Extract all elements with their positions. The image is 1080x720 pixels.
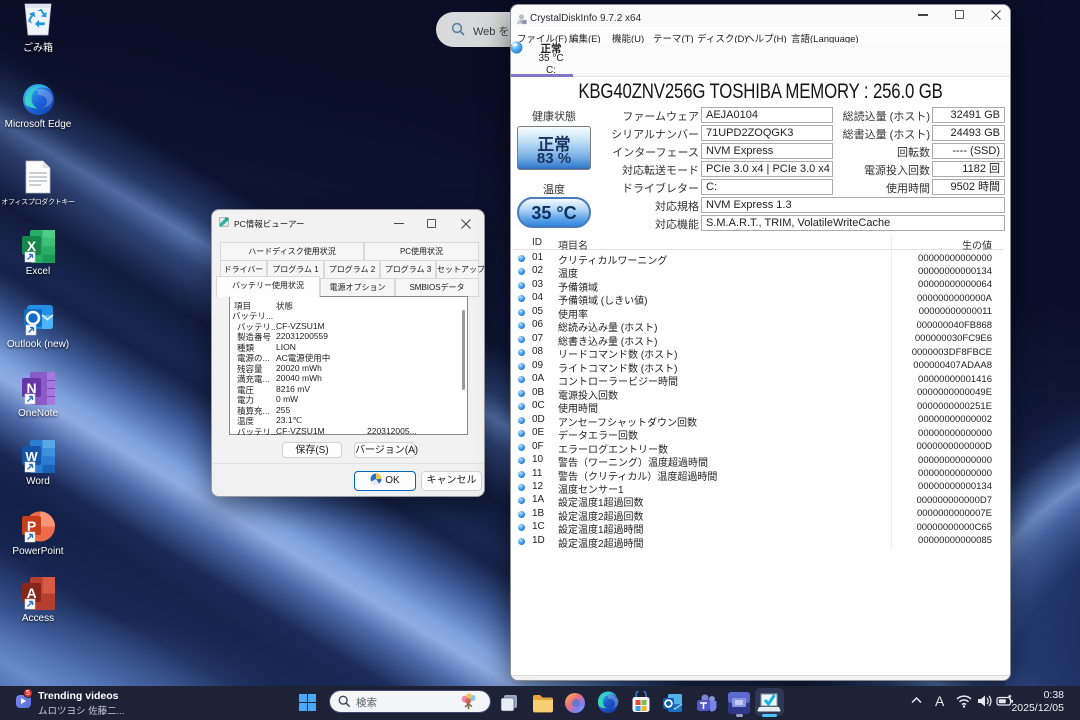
svg-text:X: X: [26, 238, 36, 254]
svg-text:A: A: [26, 585, 36, 601]
svg-text:N: N: [26, 380, 36, 396]
svg-text:P: P: [26, 518, 35, 534]
